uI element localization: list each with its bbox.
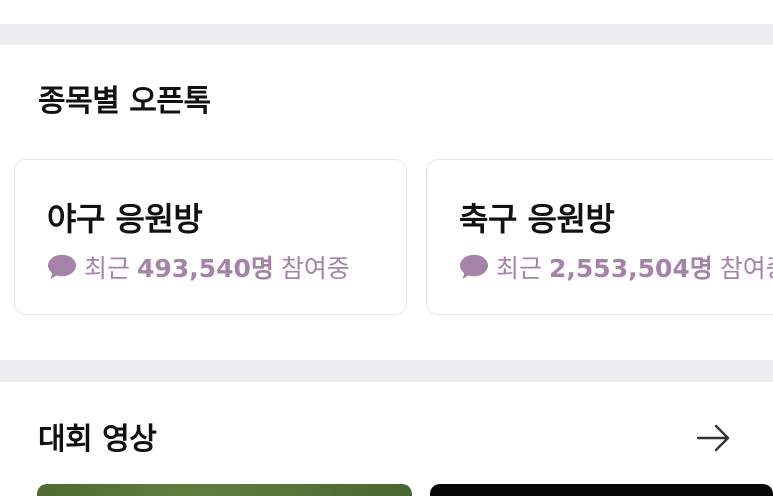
participants-suffix: 참여중 [719, 254, 773, 283]
section-divider [0, 24, 773, 45]
chat-bubble-icon [460, 254, 488, 279]
top-area [0, 0, 773, 24]
participants-suffix: 참여중 [280, 254, 350, 283]
video-thumbnail[interactable] [430, 484, 773, 496]
participants-prefix: 최근 [496, 254, 543, 283]
participants-prefix: 최근 [84, 254, 131, 283]
video-thumbnail[interactable] [37, 484, 412, 496]
soccer-cheer-room-card[interactable]: 축구 응원방 최근 2,553,504명 참여중 [426, 159, 773, 315]
room-name: 축구 응원방 [459, 200, 615, 238]
section-divider [0, 360, 773, 382]
room-name: 야구 응원방 [47, 200, 203, 238]
participants-count: 2,553,504명 [549, 254, 713, 283]
room-participants: 최근 493,540명 참여중 [47, 250, 350, 284]
chat-bubble-icon [48, 254, 76, 279]
sports-home-screen: 종목별 오픈톡 야구 응원방 최근 493,540명 참여중 축구 응원방 최근… [0, 0, 773, 496]
baseball-cheer-room-card[interactable]: 야구 응원방 최근 493,540명 참여중 [14, 159, 407, 315]
video-section-title: 대회 영상 [38, 422, 157, 457]
arrow-right-icon[interactable] [694, 420, 734, 456]
participants-count: 493,540명 [137, 254, 274, 283]
room-participants: 최근 2,553,504명 참여중 [459, 250, 773, 284]
openchat-section-title: 종목별 오픈톡 [38, 84, 211, 119]
